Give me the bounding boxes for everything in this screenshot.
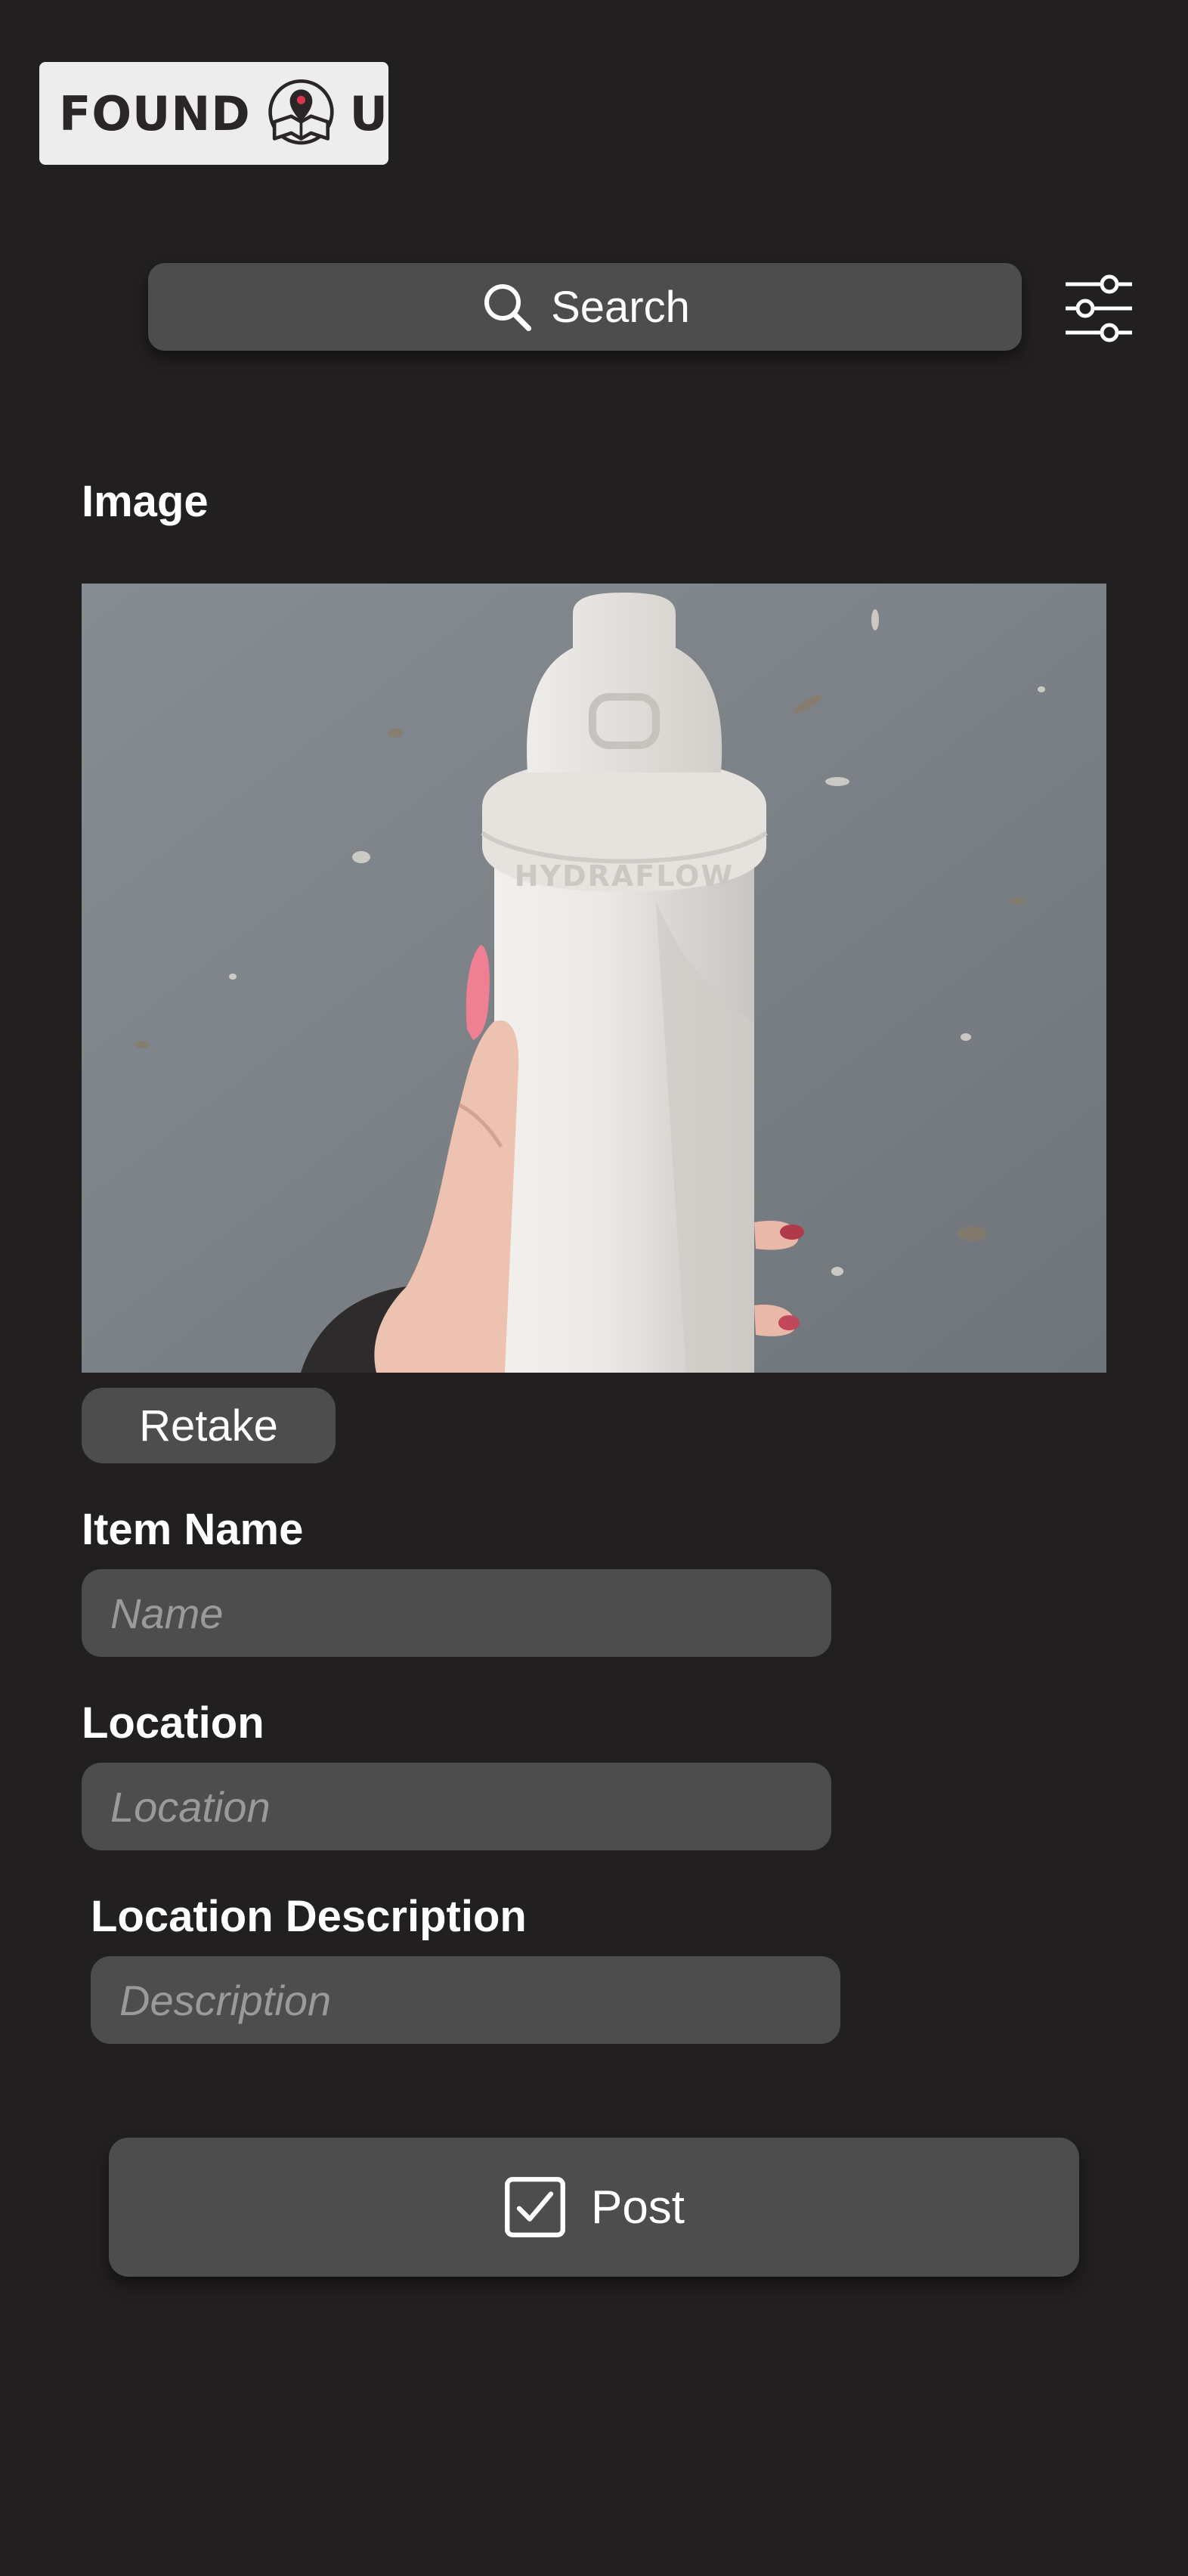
retake-button[interactable]: Retake (82, 1388, 336, 1463)
search-bar[interactable]: Search (148, 263, 1022, 351)
checkbox-icon (505, 2177, 565, 2237)
post-label: Post (590, 2181, 685, 2234)
item-name-input[interactable] (82, 1569, 831, 1657)
svg-text:HYDRAFLOW: HYDRAFLOW (515, 859, 735, 893)
search-icon (484, 284, 532, 332)
location-description-label: Location Description (91, 1892, 527, 1941)
search-label: Search (551, 282, 690, 332)
item-photo: HYDRAFLOW (82, 584, 1106, 1373)
image-label: Image (82, 477, 209, 526)
logo-text-right: U (349, 85, 388, 141)
post-button[interactable]: Post (109, 2138, 1079, 2277)
location-label: Location (82, 1698, 265, 1748)
location-input[interactable] (82, 1763, 831, 1850)
sliders-icon (1066, 274, 1132, 342)
logo-text-left: FOUND (59, 85, 251, 141)
app-logo: FOUND U (39, 62, 388, 165)
location-description-input[interactable] (91, 1956, 840, 2044)
map-pin-book-icon (268, 79, 334, 145)
filter-button[interactable] (1063, 274, 1135, 343)
item-name-label: Item Name (82, 1505, 304, 1554)
